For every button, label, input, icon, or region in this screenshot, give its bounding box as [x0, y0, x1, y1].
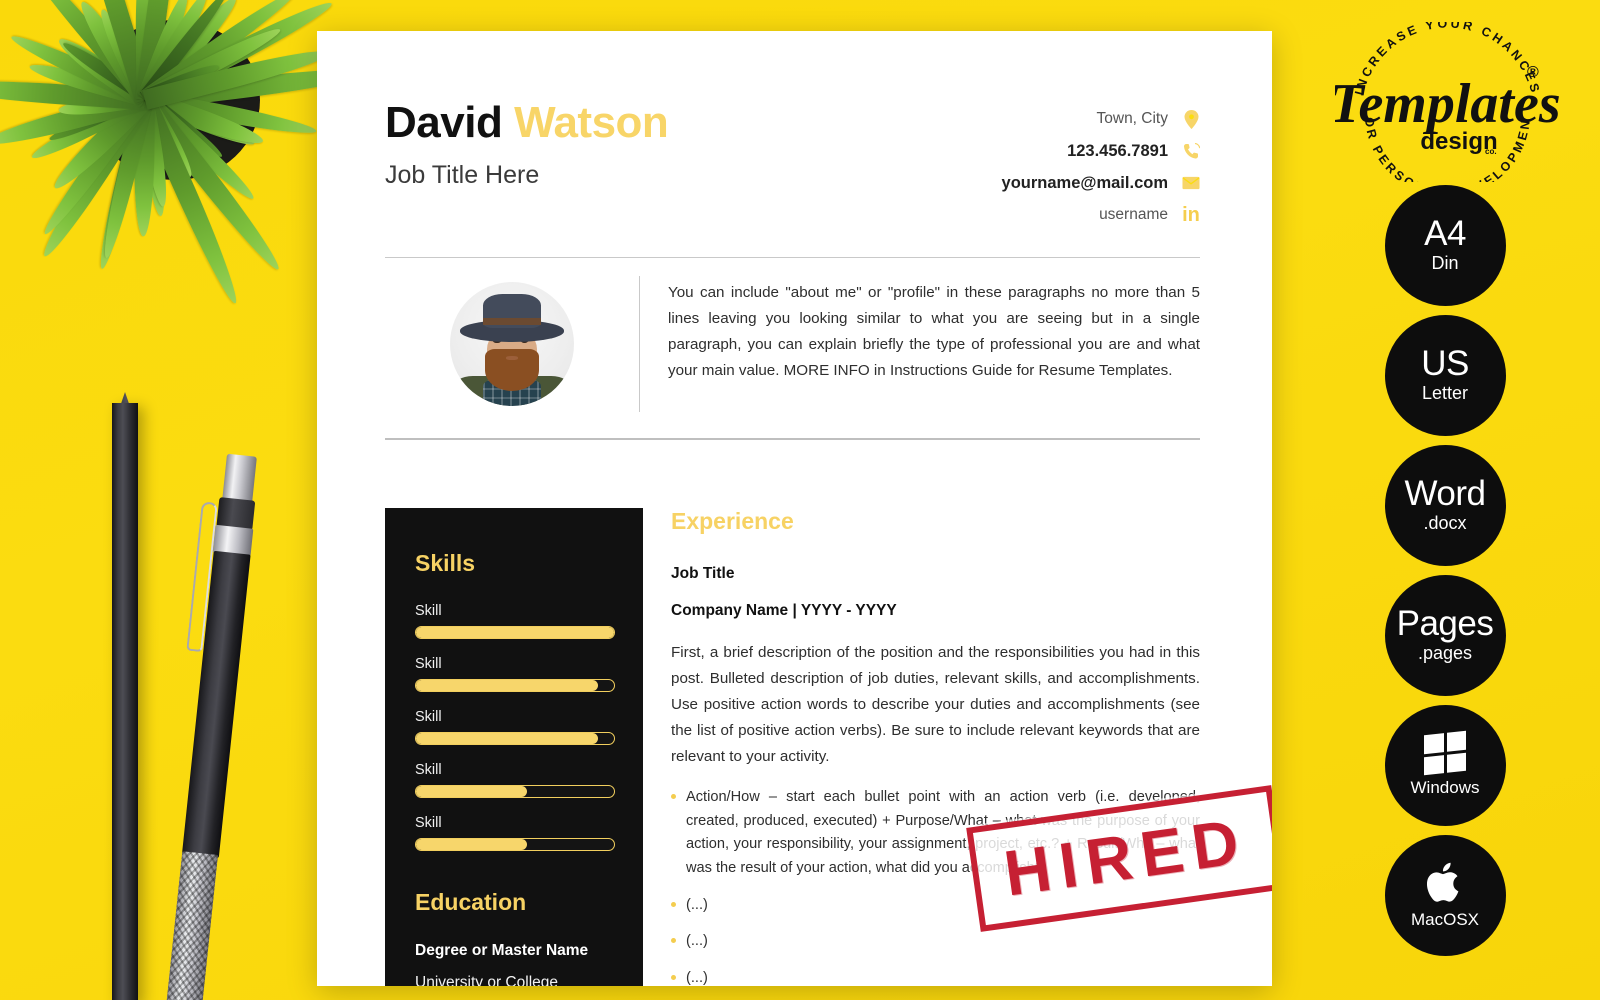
skill-label: Skill [415, 602, 442, 619]
skills-list: Skill Skill Skill Skill Skill [415, 603, 615, 851]
contact-block: Town, City 123.456.7891 yourname@mail.co… [1002, 103, 1200, 231]
first-name: David [385, 98, 503, 147]
full-name: David Watson [385, 98, 669, 147]
avatar-beard [484, 348, 540, 392]
badge-us-letter[interactable]: US Letter [1384, 315, 1506, 436]
name-block: David Watson Job Title Here [385, 98, 669, 190]
education-school: University or College [415, 973, 558, 987]
skill-bar-fill [416, 838, 527, 850]
experience-bullet-item: (...) [671, 930, 1200, 954]
skill-bar [415, 837, 615, 851]
avatar [450, 282, 574, 406]
apple-logo-icon [1426, 860, 1464, 905]
badge-windows[interactable]: Windows [1384, 705, 1506, 826]
skill-bar [415, 678, 615, 692]
photo-cell [385, 276, 640, 412]
sidebar: Skills Skill Skill Skill Skill Skill Educati… [385, 507, 643, 987]
last-name: Watson [514, 98, 669, 147]
skill-bar-fill [416, 626, 614, 638]
contact-email-text: yourname@mail.com [1001, 173, 1168, 192]
skills-heading: Skills [415, 549, 476, 576]
svg-text:co.: co. [1485, 147, 1497, 156]
about-cell: You can include "about me" or "profile" … [640, 276, 1200, 412]
svg-text:Templates: Templates [1335, 73, 1560, 135]
profile-divider [385, 438, 1200, 440]
format-badges: A4 Din US Letter Word .docx Pages .pages Windows… [1290, 185, 1600, 965]
linkedin-icon: in [1182, 204, 1200, 226]
avatar-hat-band [483, 317, 541, 326]
contact-username-text: username [1099, 206, 1168, 223]
pencil-decoration [112, 403, 138, 1000]
education-degree: Degree or Master Name [415, 941, 589, 959]
contact-row-location: Town, City [1002, 103, 1200, 135]
experience-bullet-item: (...) [671, 967, 1200, 986]
badge-secondary-label: Din [1431, 253, 1459, 274]
badge-pages[interactable]: Pages .pages [1384, 575, 1506, 696]
experience-company-line: Company Name | YYYY - YYYY [671, 601, 897, 619]
resume-header: David Watson Job Title Here Town, City 1… [317, 31, 1272, 231]
pen-cap [222, 453, 257, 503]
badge-secondary-label: .docx [1423, 513, 1467, 534]
svg-text:®: ® [1527, 64, 1539, 81]
skill-label: Skill [415, 655, 442, 672]
badge-secondary-label: Windows [1410, 777, 1480, 797]
skill-bar [415, 731, 615, 745]
badge-primary-label: US [1421, 344, 1469, 384]
badge-primary-label: Pages [1396, 604, 1494, 644]
resume-page: David Watson Job Title Here Town, City 1… [317, 31, 1272, 986]
contact-row-phone: 123.456.7891 [1002, 135, 1200, 167]
badge-primary-label: Word [1404, 474, 1487, 514]
hired-stamp-text: HIRED [999, 804, 1252, 910]
pen-grip [164, 851, 219, 1000]
contact-row-email: yourname@mail.com [1002, 167, 1200, 199]
experience-heading: Experience [671, 507, 794, 534]
job-title-subheading: Job Title Here [385, 161, 540, 189]
experience-section: Experience Job Title Company Name | YYYY… [643, 507, 1272, 986]
badge-secondary-label: .pages [1417, 643, 1473, 664]
badge-secondary-label: MacOSX [1410, 910, 1480, 930]
badge-a4[interactable]: A4 Din [1384, 185, 1506, 306]
education-heading: Education [415, 888, 527, 915]
resume-body: Skills Skill Skill Skill Skill Skill Educati… [317, 507, 1272, 987]
skill-bar [415, 784, 615, 798]
contact-location-text: Town, City [1096, 110, 1169, 127]
skill-bar-fill [416, 732, 599, 744]
skill-bar [415, 625, 615, 639]
skill-label: Skill [415, 814, 442, 831]
promo-rail: INCREASE YOUR CHANCES FOR PERSONAL DEVEL… [1290, 0, 1600, 1000]
experience-job-title: Job Title [671, 564, 735, 582]
phone-icon [1182, 142, 1200, 160]
experience-description: First, a brief description of the positi… [671, 643, 1200, 766]
contact-row-linkedin: username in [1002, 199, 1200, 231]
windows-logo-icon [1424, 730, 1466, 776]
templates-design-logo: INCREASE YOUR CHANCES FOR PERSONAL DEVEL… [1335, 22, 1560, 182]
skill-bar-fill [416, 679, 599, 691]
skill-label: Skill [415, 761, 442, 778]
avatar-mouth [505, 356, 519, 361]
location-pin-icon [1182, 109, 1200, 129]
profile-section: You can include "about me" or "profile" … [385, 258, 1200, 432]
skill-bar-fill [416, 785, 527, 797]
badge-primary-label: A4 [1424, 214, 1466, 254]
badge-secondary-label: Letter [1421, 383, 1469, 404]
badge-macosx[interactable]: MacOSX [1384, 835, 1506, 956]
contact-phone-text: 123.456.7891 [1067, 141, 1168, 160]
badge-word[interactable]: Word .docx [1384, 445, 1506, 566]
envelope-icon [1182, 176, 1200, 190]
about-paragraph: You can include "about me" or "profile" … [668, 284, 1200, 380]
skill-label: Skill [415, 708, 442, 725]
